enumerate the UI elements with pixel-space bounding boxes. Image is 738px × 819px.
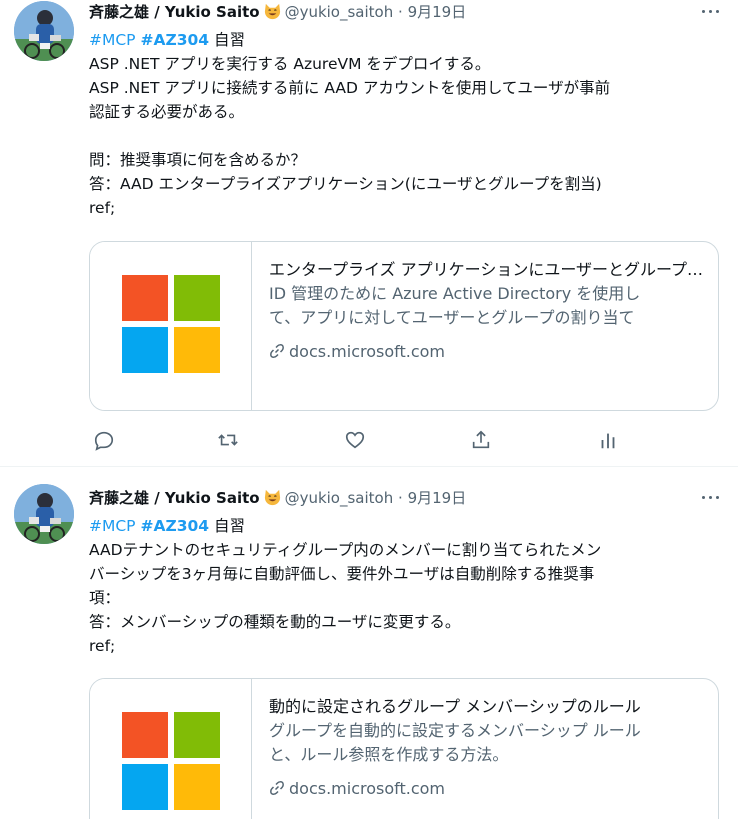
card-domain: docs.microsoft.com	[269, 340, 704, 366]
tweet-text: #MCP #AZ304 自習 AADテナントのセキュリティグループ内のメンバーに…	[89, 514, 714, 658]
tweet-line: バーシップを3ヶ月毎に自動評価し、要件外ユーザは自動削除する推奨事	[89, 565, 595, 583]
cat-emoji-icon	[263, 488, 282, 514]
tweet-line: ASP .NET アプリに接続する前に AAD アカウントを使用してユーザが事前	[89, 79, 611, 97]
tweet[interactable]: 斉藤之雄 / Yukio Saito @yukio_saitoh · 9月19日 …	[0, 467, 738, 819]
hashtag-line: #MCP #AZ304 自習	[89, 514, 714, 538]
card-thumbnail	[90, 242, 252, 410]
card-domain: docs.microsoft.com	[269, 777, 704, 803]
like-icon[interactable]	[340, 425, 370, 455]
hashtag-az304[interactable]: #AZ304	[140, 517, 209, 535]
link-icon	[269, 342, 285, 366]
more-options-icon[interactable]	[700, 486, 722, 508]
tweet-line: 答：メンバーシップの種類を動的ユーザに変更する。	[89, 613, 461, 631]
tweet-line: 項：	[89, 589, 121, 607]
tweet-text: #MCP #AZ304 自習 ASP .NET アプリを実行する AzureVM…	[89, 28, 714, 220]
hashtag-suffix: 自習	[209, 31, 245, 49]
card-description: と、ルール参照を作成する方法。	[269, 745, 509, 764]
more-options-icon[interactable]	[700, 0, 722, 22]
cat-emoji-icon	[263, 2, 282, 28]
tweet-line: 問：推奨事項に何を含めるか？	[89, 151, 307, 169]
hashtag-az304[interactable]: #AZ304	[140, 31, 209, 49]
user-handle[interactable]: @yukio_saitoh	[285, 489, 394, 507]
tweet-date[interactable]: 9月19日	[408, 489, 467, 507]
link-card[interactable]: エンタープライズ アプリケーションにユーザーとグループを割り当てる ID 管理の…	[89, 241, 719, 411]
card-description: ID 管理のために Azure Active Directory を使用し	[269, 284, 641, 303]
hashtag-suffix: 自習	[209, 517, 245, 535]
tweet-actions	[89, 425, 719, 455]
analytics-icon[interactable]	[593, 425, 623, 455]
tweet-line: 答：AAD エンタープライズアプリケーション(にユーザとグループを割当)	[89, 175, 602, 193]
microsoft-logo-icon	[122, 275, 220, 373]
card-domain-text: docs.microsoft.com	[289, 342, 446, 361]
user-handle[interactable]: @yukio_saitoh	[285, 3, 394, 21]
tweet-date[interactable]: 9月19日	[408, 3, 467, 21]
separator: ·	[398, 489, 403, 507]
card-domain-text: docs.microsoft.com	[289, 779, 446, 798]
display-name[interactable]: 斉藤之雄 / Yukio Saito	[89, 3, 260, 21]
avatar[interactable]	[14, 484, 74, 544]
avatar-photo-image	[14, 484, 74, 544]
tweet-header: 斉藤之雄 / Yukio Saito @yukio_saitoh · 9月19日	[89, 0, 466, 24]
tweet[interactable]: 斉藤之雄 / Yukio Saito @yukio_saitoh · 9月19日 …	[0, 0, 738, 466]
reply-icon[interactable]	[89, 425, 119, 455]
card-title: エンタープライズ アプリケーションにユーザーとグループを割り当てる	[269, 260, 704, 279]
tweet-line: AADテナントのセキュリティグループ内のメンバーに割り当てられたメン	[89, 541, 602, 559]
link-icon	[269, 779, 285, 803]
card-title: 動的に設定されるグループ メンバーシップのルール	[269, 697, 641, 716]
tweet-line: ref;	[89, 199, 116, 217]
display-name[interactable]: 斉藤之雄 / Yukio Saito	[89, 489, 260, 507]
separator: ·	[398, 3, 403, 21]
hashtag-mcp[interactable]: #MCP	[89, 517, 136, 535]
retweet-icon[interactable]	[213, 425, 243, 455]
card-content: エンタープライズ アプリケーションにユーザーとグループを割り当てる ID 管理の…	[269, 258, 704, 366]
card-description: て、アプリに対してユーザーとグループの割り当て	[269, 308, 635, 327]
card-thumbnail	[90, 679, 252, 819]
avatar-photo-image	[14, 1, 74, 61]
tweet-line: ref;	[89, 637, 116, 655]
tweet-header: 斉藤之雄 / Yukio Saito @yukio_saitoh · 9月19日	[89, 486, 466, 510]
link-card[interactable]: 動的に設定されるグループ メンバーシップのルール グループを自動的に設定するメン…	[89, 678, 719, 819]
card-content: 動的に設定されるグループ メンバーシップのルール グループを自動的に設定するメン…	[269, 695, 704, 803]
tweet-line: ASP .NET アプリを実行する AzureVM をデプロイする。	[89, 55, 491, 73]
hashtag-line: #MCP #AZ304 自習	[89, 28, 714, 52]
avatar[interactable]	[14, 1, 74, 61]
share-icon[interactable]	[466, 425, 496, 455]
microsoft-logo-icon	[122, 712, 220, 810]
card-description: グループを自動的に設定するメンバーシップ ルール	[269, 721, 641, 740]
timeline-feed: 斉藤之雄 / Yukio Saito @yukio_saitoh · 9月19日 …	[0, 0, 738, 819]
tweet-line: 認証する必要がある。	[89, 103, 245, 121]
hashtag-mcp[interactable]: #MCP	[89, 31, 136, 49]
